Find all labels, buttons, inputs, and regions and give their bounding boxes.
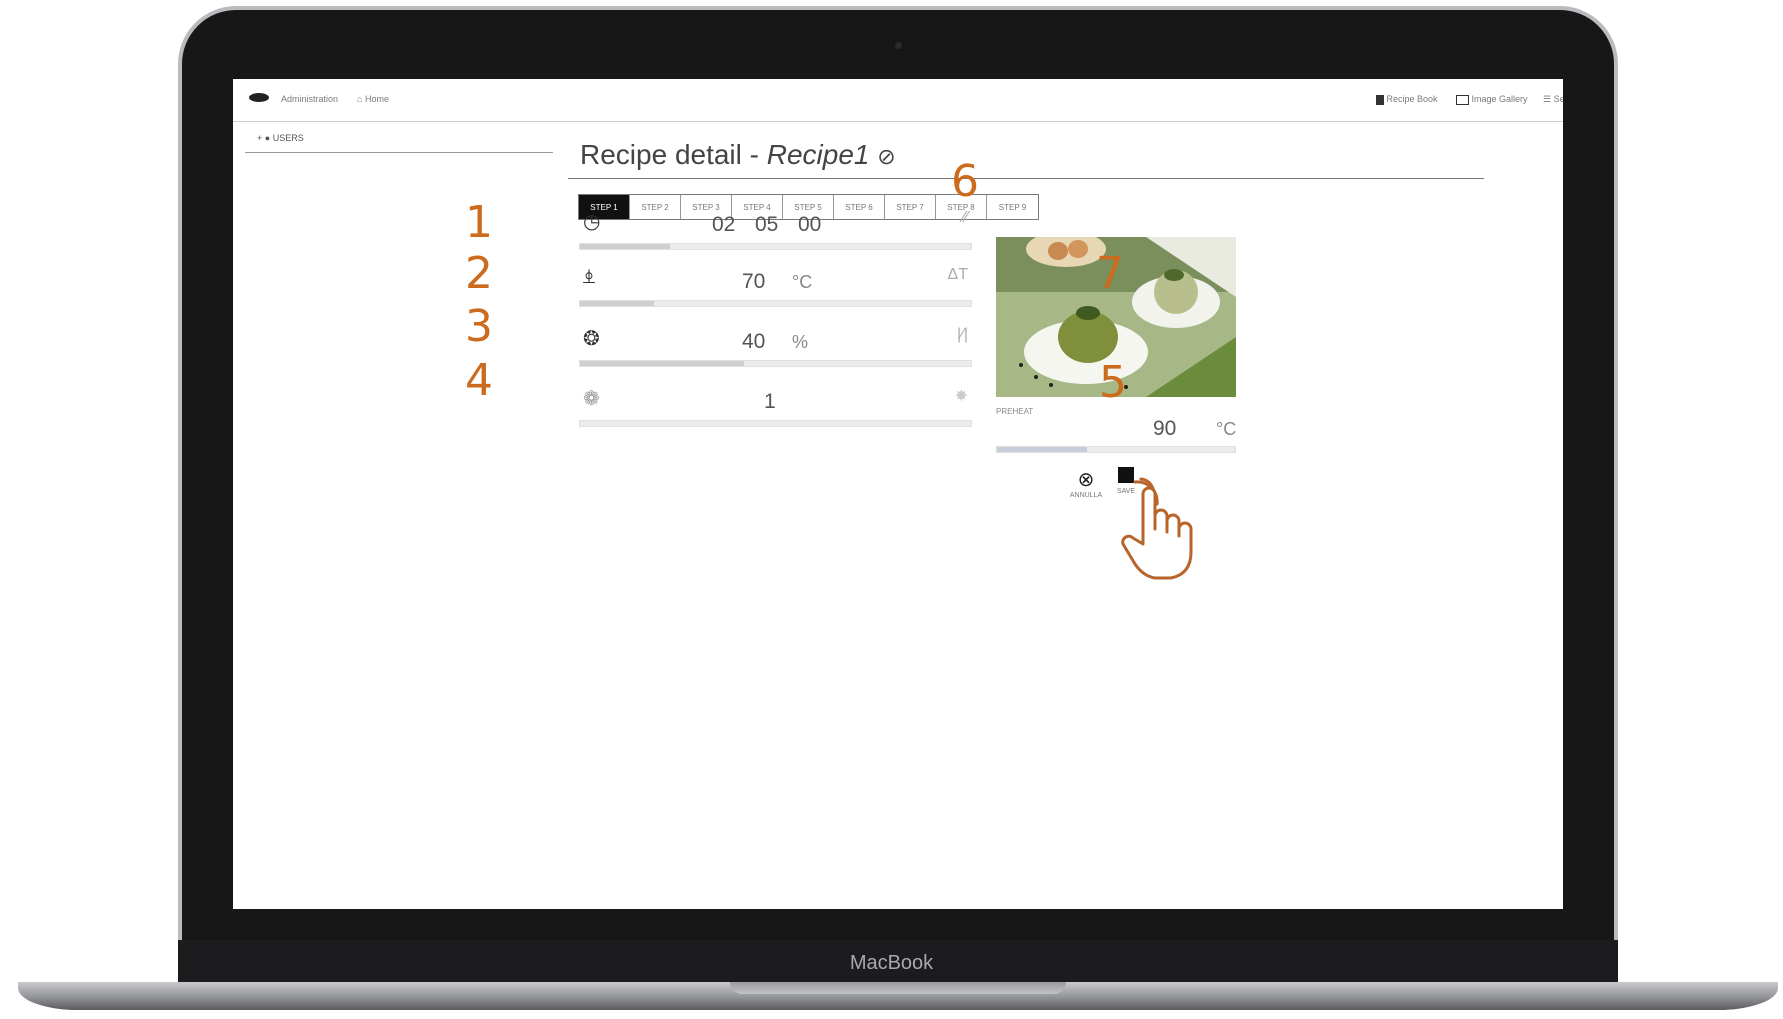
preheat-slider-fill	[997, 447, 1088, 452]
top-navbar: Administration ⌂ Home Recipe Book Image …	[233, 79, 1563, 122]
plus-icon: +	[257, 133, 263, 143]
nav-image-gallery-label: Image Gallery	[1471, 94, 1528, 104]
callout-5: 5	[1099, 357, 1127, 408]
page-title-prefix: Recipe detail -	[580, 139, 767, 170]
camera-icon	[895, 42, 902, 49]
callout-2: 2	[465, 248, 493, 299]
nav-settings-label: Settings	[1553, 94, 1563, 104]
nav-recipe-book[interactable]: Recipe Book	[1376, 94, 1438, 105]
sidebar-item-users-label: USERS	[272, 133, 304, 143]
fan-icon: ❁	[583, 388, 600, 410]
logo-icon[interactable]	[249, 93, 269, 102]
vent-icon[interactable]: |⁄|	[957, 326, 968, 344]
nav-recipe-book-label: Recipe Book	[1386, 94, 1438, 104]
recipe-name: Recipe1	[766, 139, 870, 170]
nav-administration[interactable]: Administration	[281, 94, 338, 104]
page-title: Recipe detail - Recipe1 ⊘	[580, 139, 896, 171]
clock-icon: ◷	[583, 211, 601, 233]
fan-slider[interactable]	[579, 420, 972, 427]
book-icon	[1376, 94, 1384, 105]
preheat-value[interactable]: 90	[1153, 417, 1176, 441]
cancel-label: ANNULLA	[1069, 492, 1103, 499]
title-divider	[568, 178, 1484, 179]
temperature-slider-fill	[580, 301, 655, 306]
tap-hand-icon	[1121, 477, 1193, 580]
time-minutes[interactable]: 05	[755, 213, 778, 237]
cancel-button[interactable]: ⊗ ANNULLA	[1068, 467, 1104, 499]
app-screen: Administration ⌂ Home Recipe Book Image …	[233, 79, 1563, 909]
laptop-notch	[730, 982, 1066, 994]
time-seconds[interactable]: 00	[798, 213, 821, 237]
preheat-label: PREHEAT	[996, 407, 1034, 416]
fan-value[interactable]: 1	[764, 390, 776, 414]
temperature-value[interactable]: 70	[742, 270, 765, 294]
time-slider[interactable]	[579, 243, 972, 250]
humidity-unit: %	[792, 332, 809, 352]
humidity-param: ❂ 40 % |⁄|	[579, 324, 972, 367]
nav-settings[interactable]: ☰ Settings ▾	[1543, 94, 1563, 105]
steam-icon: ❂	[583, 328, 600, 350]
callout-7: 7	[1096, 248, 1124, 299]
thermometer-icon: ⍎	[583, 266, 595, 288]
preheat-slider[interactable]	[996, 446, 1236, 453]
callout-1: 1	[465, 197, 493, 248]
preheat-unit: °C	[1216, 419, 1237, 439]
home-icon: ⌂	[357, 94, 363, 104]
tab-step-9[interactable]: STEP 9	[987, 195, 1038, 219]
humidity-slider[interactable]	[579, 360, 972, 367]
nav-home[interactable]: ⌂ Home	[357, 94, 389, 104]
user-icon: ●	[264, 133, 271, 143]
edit-name-icon[interactable]: ⊘	[877, 144, 895, 169]
humidity-slider-fill	[580, 361, 745, 366]
laptop-brand: MacBook	[849, 952, 934, 974]
delta-t-icon[interactable]: ΔT	[948, 266, 968, 284]
cancel-icon: ⊗	[1077, 469, 1095, 491]
temperature-param: ⍎ 70 °C ΔT	[579, 264, 972, 307]
fan-param: ❁ 1 ✸	[579, 384, 972, 427]
callout-3: 3	[465, 301, 493, 352]
nav-home-label: Home	[364, 94, 389, 104]
callout-6: 6	[951, 156, 979, 207]
humidity-value[interactable]: 40	[742, 330, 765, 354]
time-param: ◷ 02 05 00 ⁄⁄	[579, 207, 972, 250]
probe-icon[interactable]: ⁄⁄	[963, 209, 968, 227]
temperature-unit: °C	[792, 272, 813, 292]
nav-image-gallery[interactable]: Image Gallery	[1456, 94, 1528, 105]
settings-icon: ☰	[1543, 94, 1552, 104]
sidebar-item-users[interactable]: + ● USERS	[257, 133, 304, 143]
temperature-slider[interactable]	[579, 300, 972, 307]
time-hours[interactable]: 02	[712, 213, 735, 237]
time-slider-fill	[580, 244, 670, 249]
fan-speed-icon[interactable]: ✸	[955, 386, 968, 406]
callout-4: 4	[465, 355, 493, 406]
sidebar-divider	[245, 152, 553, 153]
image-icon	[1456, 94, 1469, 105]
